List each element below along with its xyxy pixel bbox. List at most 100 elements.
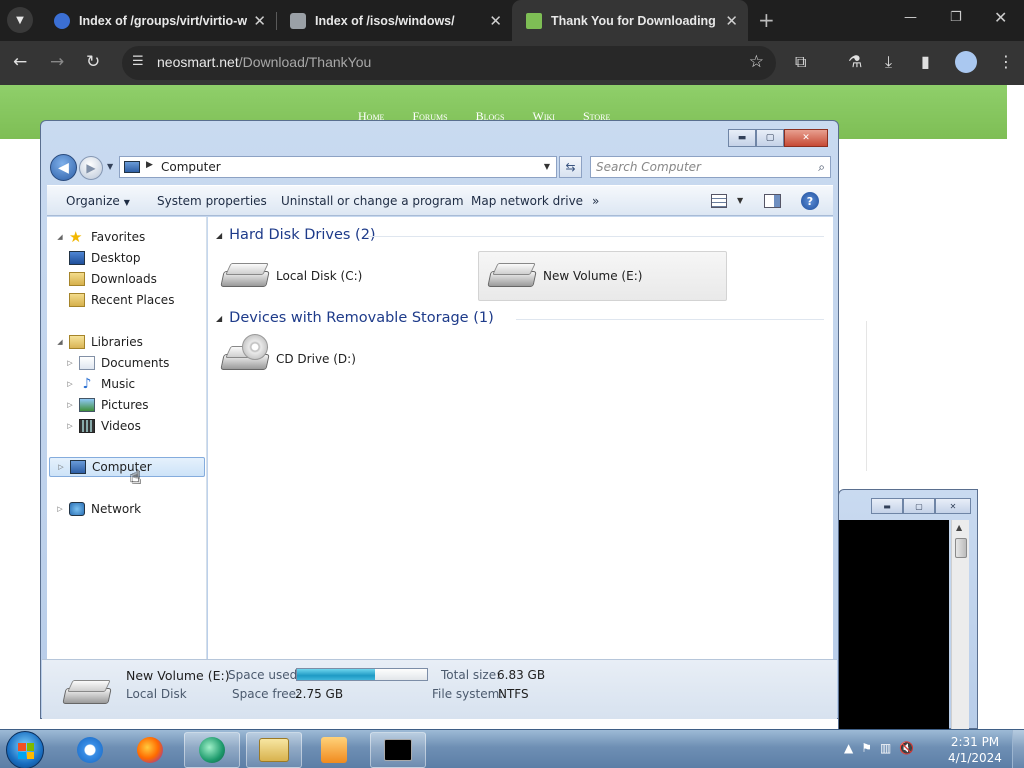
console-scrollbar[interactable]: ▲ bbox=[951, 520, 969, 730]
taskbar-media-player[interactable] bbox=[306, 732, 362, 768]
minimize-icon[interactable]: ▬ bbox=[728, 129, 756, 147]
address-url[interactable]: neosmart.net/Download/ThankYou bbox=[157, 54, 371, 70]
nav-downloads[interactable]: Downloads bbox=[69, 269, 157, 289]
collapsed-arrow-icon[interactable]: ▷ bbox=[56, 463, 66, 471]
nav-desktop[interactable]: Desktop bbox=[69, 248, 141, 268]
console-screen[interactable] bbox=[839, 520, 949, 730]
address-dropdown-icon[interactable]: ▼ bbox=[544, 162, 550, 171]
taskbar: ▲ ⚑ ▥ 🔇 2:31 PM 4/1/2024 bbox=[0, 729, 1024, 768]
more-commands-button[interactable]: » bbox=[592, 194, 599, 208]
search-icon[interactable]: ⌕ bbox=[818, 160, 825, 175]
nav-libraries[interactable]: ◢ Libraries bbox=[55, 332, 143, 352]
forward-button[interactable]: ▶ bbox=[79, 156, 103, 180]
map-network-drive-button[interactable]: Map network drive bbox=[471, 194, 583, 208]
network-status-icon[interactable]: ▥ bbox=[880, 741, 891, 755]
expanded-arrow-icon[interactable]: ◢ bbox=[55, 338, 65, 346]
extensions-puzzle-icon[interactable]: ⧉ bbox=[795, 52, 806, 72]
volume-muted-icon[interactable]: 🔇 bbox=[899, 741, 914, 755]
side-panel-icon[interactable]: ▮ bbox=[921, 52, 930, 71]
scroll-up-icon[interactable]: ▲ bbox=[956, 523, 962, 532]
collapsed-arrow-icon[interactable]: ▷ bbox=[55, 505, 65, 513]
new-tab-button[interactable]: + bbox=[758, 8, 775, 32]
refresh-button[interactable]: ⇆ bbox=[559, 156, 582, 178]
console-minimize-icon[interactable]: ▬ bbox=[871, 498, 903, 514]
labs-flask-icon[interactable]: ⚗ bbox=[848, 52, 862, 71]
tab-virtio[interactable]: Index of /groups/virt/virtio-wi ✕ bbox=[40, 0, 276, 41]
start-button[interactable] bbox=[6, 731, 44, 768]
command-prompt-icon bbox=[384, 739, 412, 761]
taskbar-internet-explorer[interactable] bbox=[62, 732, 118, 768]
nav-network[interactable]: ▷ Network bbox=[55, 499, 141, 519]
nav-music[interactable]: ▷ ♪ Music bbox=[65, 374, 135, 394]
close-window-icon[interactable]: ✕ bbox=[994, 8, 1007, 27]
details-drive-type: Local Disk bbox=[126, 687, 187, 701]
nav-favorites[interactable]: ◢ ★ Favorites bbox=[55, 227, 145, 247]
reload-icon[interactable]: ↻ bbox=[86, 52, 100, 72]
drive-local-disk-c[interactable]: Local Disk (C:) bbox=[212, 251, 460, 301]
collapsed-arrow-icon[interactable]: ▷ bbox=[65, 359, 75, 367]
site-info-icon[interactable]: ☰ bbox=[132, 54, 144, 69]
system-properties-button[interactable]: System properties bbox=[157, 194, 267, 208]
hard-drive-icon bbox=[220, 261, 270, 291]
recent-pages-dropdown-icon[interactable]: ▼ bbox=[107, 162, 113, 171]
nav-documents[interactable]: ▷ Documents bbox=[65, 353, 169, 373]
taskbar-windows-explorer[interactable] bbox=[246, 732, 302, 768]
explorer-address-bar[interactable]: ▶ Computer ▼ bbox=[119, 156, 557, 178]
preview-pane-icon[interactable] bbox=[764, 194, 781, 208]
explorer-search-box[interactable]: ⌕ bbox=[590, 156, 831, 178]
console-window[interactable]: ▬ ▢ ✕ ▲ bbox=[838, 489, 978, 730]
close-icon[interactable]: ✕ bbox=[784, 129, 828, 147]
taskbar-clock[interactable]: 2:31 PM 4/1/2024 bbox=[946, 734, 1004, 766]
taskbar-firefox[interactable] bbox=[122, 732, 178, 768]
expanded-arrow-icon[interactable]: ◢ bbox=[55, 233, 65, 241]
expanded-arrow-icon[interactable]: ◢ bbox=[216, 231, 222, 240]
group-removable-storage[interactable]: ◢ Devices with Removable Storage (1) bbox=[216, 308, 494, 328]
drive-new-volume-e[interactable]: New Volume (E:) bbox=[478, 251, 727, 301]
tab-isos-windows[interactable]: Index of /isos/windows/ ✕ bbox=[276, 0, 512, 41]
taskbar-command-prompt[interactable] bbox=[370, 732, 426, 768]
organize-button[interactable]: Organize ▼ bbox=[66, 194, 130, 208]
console-maximize-icon[interactable]: ▢ bbox=[903, 498, 935, 514]
maximize-icon[interactable]: ▢ bbox=[756, 129, 784, 147]
menu-dots-icon[interactable]: ⋮ bbox=[998, 52, 1014, 71]
uninstall-program-button[interactable]: Uninstall or change a program bbox=[281, 194, 464, 208]
view-dropdown-icon[interactable]: ▼ bbox=[737, 196, 743, 205]
restore-icon[interactable]: ❐ bbox=[950, 10, 962, 25]
address-bar[interactable]: ☰ neosmart.net/Download/ThankYou ☆ bbox=[122, 46, 776, 80]
change-view-icon[interactable] bbox=[711, 194, 727, 208]
back-button[interactable]: ◀ bbox=[50, 154, 77, 181]
scroll-thumb[interactable] bbox=[955, 538, 967, 558]
clock-time: 2:31 PM bbox=[950, 735, 1000, 749]
nav-computer[interactable]: ▷ Computer bbox=[49, 457, 205, 477]
back-arrow-icon[interactable]: ← bbox=[13, 52, 27, 72]
bookmark-star-icon[interactable]: ☆ bbox=[749, 52, 764, 72]
tab-search-button[interactable]: ▼ bbox=[7, 7, 33, 33]
collapsed-arrow-icon[interactable]: ▷ bbox=[65, 380, 75, 388]
search-input[interactable] bbox=[596, 159, 796, 175]
collapsed-arrow-icon[interactable]: ▷ bbox=[65, 422, 75, 430]
show-desktop-button[interactable] bbox=[1012, 730, 1024, 768]
show-hidden-icons-icon[interactable]: ▲ bbox=[844, 741, 853, 755]
nav-recent-places[interactable]: Recent Places bbox=[69, 290, 174, 310]
profile-avatar-icon[interactable] bbox=[955, 51, 977, 73]
close-tab-icon[interactable]: ✕ bbox=[489, 12, 502, 30]
help-icon[interactable]: ? bbox=[801, 192, 819, 210]
expanded-arrow-icon[interactable]: ◢ bbox=[216, 314, 222, 323]
nav-videos[interactable]: ▷ Videos bbox=[65, 416, 141, 436]
action-center-flag-icon[interactable]: ⚑ bbox=[861, 741, 872, 755]
downloads-icon[interactable]: ⤓ bbox=[885, 52, 892, 72]
group-hard-disk-drives[interactable]: ◢ Hard Disk Drives (2) bbox=[216, 225, 376, 245]
close-tab-icon[interactable]: ✕ bbox=[725, 12, 738, 30]
console-close-icon[interactable]: ✕ bbox=[935, 498, 971, 514]
minimize-icon[interactable]: — bbox=[904, 10, 917, 25]
collapsed-arrow-icon[interactable]: ▷ bbox=[65, 401, 75, 409]
nav-pictures[interactable]: ▷ Pictures bbox=[65, 395, 149, 415]
breadcrumb-chevron-icon[interactable]: ▶ bbox=[146, 160, 153, 170]
breadcrumb-computer[interactable]: Computer bbox=[161, 160, 221, 174]
forward-arrow-icon[interactable]: → bbox=[50, 52, 64, 72]
taskbar-browser-app[interactable] bbox=[184, 732, 240, 768]
cd-drive-icon bbox=[220, 334, 270, 374]
close-tab-icon[interactable]: ✕ bbox=[253, 12, 266, 30]
drive-cd-d[interactable]: CD Drive (D:) bbox=[212, 334, 460, 384]
tab-neosmart-thankyou[interactable]: Thank You for Downloading Ea ✕ bbox=[512, 0, 748, 41]
